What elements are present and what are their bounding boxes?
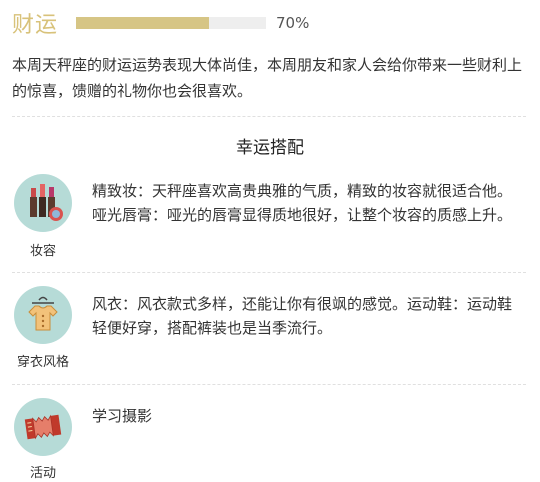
item-label: 妆容: [29, 244, 56, 259]
item-text: 学习摄影: [92, 407, 153, 425]
wealth-progress-bar: [76, 17, 266, 29]
clothing-icon: [14, 286, 72, 344]
item-text: 精致妆：天秤座喜欢高贵典雅的气质，精致的妆容就很适合他。哑光唇膏：哑光的唇膏显得…: [92, 182, 513, 224]
wealth-progress-fill: [76, 17, 209, 29]
wealth-description: 本周天秤座的财运运势表现大体尚佳，本周朋友和家人会给你带来一些财利上的惊喜，馈赠…: [12, 56, 523, 100]
divider: [12, 384, 526, 385]
wealth-title: 财运: [12, 13, 59, 38]
wealth-percent: 70%: [276, 14, 310, 32]
divider: [12, 116, 526, 117]
item-text: 风衣：风衣款式多样，还能让你有很飒的感觉。运动鞋：运动鞋轻便好穿，搭配裤装也是当…: [92, 295, 513, 337]
divider: [12, 272, 526, 273]
lucky-section-title: 幸运搭配: [236, 138, 304, 158]
wealth-header: 财运: [12, 8, 58, 38]
makeup-icon: [14, 174, 72, 232]
accordion-icon: [14, 398, 72, 456]
item-label: 穿衣风格: [16, 355, 69, 370]
item-label: 活动: [29, 466, 56, 481]
